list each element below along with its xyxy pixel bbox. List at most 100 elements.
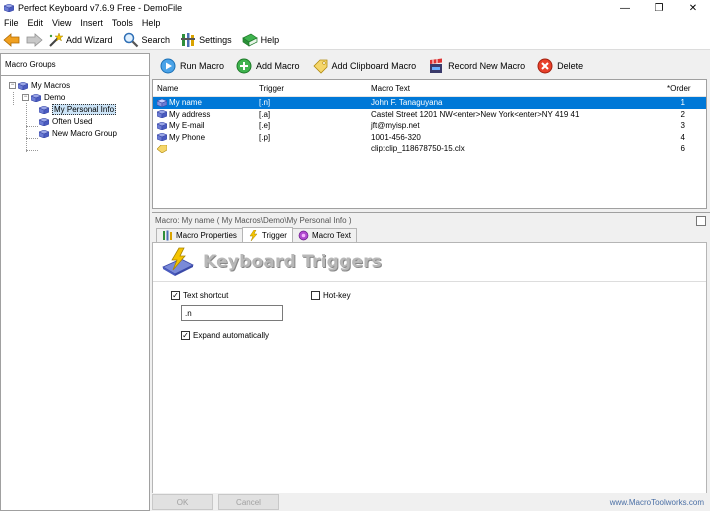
hotkey-option[interactable]: Hot-key xyxy=(311,291,351,300)
help-button[interactable]: Help xyxy=(241,32,280,48)
add-wizard-button[interactable]: Add Wizard xyxy=(47,31,113,48)
tree-node-label: My Macros xyxy=(31,81,71,90)
tree-node-demo[interactable]: − Demo xyxy=(22,92,65,103)
macro-row[interactable]: My Phone [.p] 1001-456-320 4 xyxy=(153,132,706,144)
macro-groups-header: Macro Groups xyxy=(1,54,149,76)
macro-name-cell: My address xyxy=(153,110,255,119)
help-label: Help xyxy=(260,34,280,45)
search-button[interactable]: Search xyxy=(123,32,170,48)
macro-details-panel: Macro: My name ( My Macros\Demo\My Perso… xyxy=(152,212,710,511)
macro-row[interactable]: clip:clip_118678750-15.clx 6 xyxy=(153,143,706,155)
tab-label: Trigger xyxy=(261,230,287,240)
run-macro-label: Run Macro xyxy=(180,61,225,71)
collapse-icon[interactable]: − xyxy=(9,82,16,89)
minimize-button[interactable]: — xyxy=(608,0,642,16)
tree-node-new-macro-group[interactable]: New Macro Group xyxy=(39,128,117,139)
text-shortcut-input[interactable]: .n xyxy=(181,305,283,321)
maximize-button[interactable]: ❐ xyxy=(642,0,676,16)
macro-icon xyxy=(157,121,167,130)
expand-automatically-checkbox[interactable]: ✓ xyxy=(181,331,190,340)
menu-help[interactable]: Help xyxy=(142,18,161,28)
ok-button[interactable]: OK xyxy=(152,494,213,510)
macro-text-cell: clip:clip_118678750-15.clx xyxy=(371,144,465,154)
menu-view[interactable]: View xyxy=(52,18,71,28)
wizard-icon xyxy=(49,31,63,47)
macro-order-cell: 1 xyxy=(680,98,685,108)
column-header-trigger[interactable]: Trigger xyxy=(255,84,367,93)
tab-macro-text[interactable]: Macro Text xyxy=(291,228,357,242)
add-clipboard-macro-button[interactable]: Add Clipboard Macro xyxy=(312,58,416,74)
keyboard-triggers-banner: Keyboard Triggers xyxy=(153,243,706,281)
macro-name-cell: My Phone xyxy=(153,133,255,142)
tab-label: Macro Text xyxy=(311,231,351,240)
macro-name: My E-mail xyxy=(169,121,205,131)
collapse-icon[interactable]: − xyxy=(22,94,29,101)
macro-text-cell: John F. Tanaguyana xyxy=(371,98,443,108)
run-macro-button[interactable]: Run Macro xyxy=(160,58,224,74)
macro-group-icon xyxy=(39,105,49,114)
macro-row[interactable]: My address [.a] Castel Street 1201 NW<en… xyxy=(153,109,706,121)
macro-group-icon xyxy=(39,117,49,126)
menu-edit[interactable]: Edit xyxy=(28,18,44,28)
macro-name: My name xyxy=(169,98,202,108)
tree-node-my-personal-info[interactable]: My Personal Info xyxy=(39,104,117,115)
cancel-button[interactable]: Cancel xyxy=(218,494,279,510)
tab-label: Macro Properties xyxy=(176,231,237,240)
macro-name: My Phone xyxy=(169,132,206,142)
macro-icon xyxy=(157,98,167,107)
column-header-macro-text[interactable]: Macro Text xyxy=(367,84,667,93)
menu-bar: File Edit View Insert Tools Help xyxy=(0,16,710,30)
macro-icon xyxy=(157,110,167,119)
forward-arrow-icon[interactable] xyxy=(25,32,43,48)
tab-trigger[interactable]: Trigger xyxy=(241,227,293,242)
delete-icon xyxy=(537,58,553,74)
menu-insert[interactable]: Insert xyxy=(80,18,103,28)
tree-connector xyxy=(13,92,14,105)
tab-macro-properties[interactable]: Macro Properties xyxy=(156,228,243,242)
expand-automatically-option[interactable]: ✓ Expand automatically xyxy=(181,331,269,340)
window-controls: — ❐ ✕ xyxy=(608,0,710,16)
delete-button[interactable]: Delete xyxy=(537,58,583,74)
macro-row[interactable]: My E-mail [.e] jft@myisp.net 3 xyxy=(153,120,706,132)
trigger-tab-content: Keyboard Triggers ✓ Text shortcut Hot-ke… xyxy=(152,242,707,511)
macro-text-cell: Castel Street 1201 NW<enter>New York<ent… xyxy=(371,109,580,119)
settings-button[interactable]: Settings xyxy=(180,32,232,48)
play-icon xyxy=(160,58,176,74)
column-header-name[interactable]: Name xyxy=(153,84,255,93)
tree-node-label: New Macro Group xyxy=(52,129,117,138)
hotkey-checkbox[interactable] xyxy=(311,291,320,300)
macro-group-tree: − My Macros − Demo My Personal Info Ofte… xyxy=(1,76,149,152)
column-header-order[interactable]: *Order xyxy=(667,84,705,93)
back-arrow-icon[interactable] xyxy=(3,32,21,48)
details-tabs: Macro Properties Trigger Macro Text xyxy=(152,227,710,242)
record-new-macro-button[interactable]: Record New Macro xyxy=(428,58,525,74)
tree-node-label: Often Used xyxy=(52,117,93,126)
text-shortcut-option[interactable]: ✓ Text shortcut xyxy=(171,291,228,300)
app-icon xyxy=(4,4,14,12)
text-shortcut-label: Text shortcut xyxy=(183,291,229,300)
properties-tools-icon xyxy=(163,230,172,241)
menu-file[interactable]: File xyxy=(4,18,19,28)
text-shortcut-checkbox[interactable]: ✓ xyxy=(171,291,180,300)
macro-name: My address xyxy=(169,109,211,119)
macro-details-header: Macro: My name ( My Macros\Demo\My Perso… xyxy=(152,213,710,227)
macro-group-icon xyxy=(18,81,28,90)
tree-node-often-used[interactable]: Often Used xyxy=(39,116,92,127)
lightning-icon xyxy=(249,229,258,241)
add-macro-button[interactable]: Add Macro xyxy=(236,58,300,74)
menu-tools[interactable]: Tools xyxy=(112,18,133,28)
window-title: Perfect Keyboard v7.6.9 Free - DemoFile xyxy=(18,3,183,13)
tree-node-my-macros[interactable]: − My Macros xyxy=(9,80,70,91)
macro-groups-panel: Macro Groups − My Macros − Demo My Perso… xyxy=(0,53,150,511)
macro-list-header: Name Trigger Macro Text *Order xyxy=(153,80,706,97)
help-book-icon xyxy=(241,33,258,47)
macro-name-cell: My name xyxy=(153,98,255,107)
macro-row[interactable]: My name [.n] John F. Tanaguyana 1 xyxy=(153,97,706,109)
website-link[interactable]: www.MacroToolworks.com xyxy=(610,498,704,507)
macro-text-cell: jft@myisp.net xyxy=(371,121,420,131)
restore-panel-icon[interactable] xyxy=(696,216,706,226)
macro-name-cell: My E-mail xyxy=(153,121,255,130)
settings-tools-icon xyxy=(181,32,196,47)
title-bar: Perfect Keyboard v7.6.9 Free - DemoFile … xyxy=(0,0,710,16)
close-button[interactable]: ✕ xyxy=(676,0,710,16)
